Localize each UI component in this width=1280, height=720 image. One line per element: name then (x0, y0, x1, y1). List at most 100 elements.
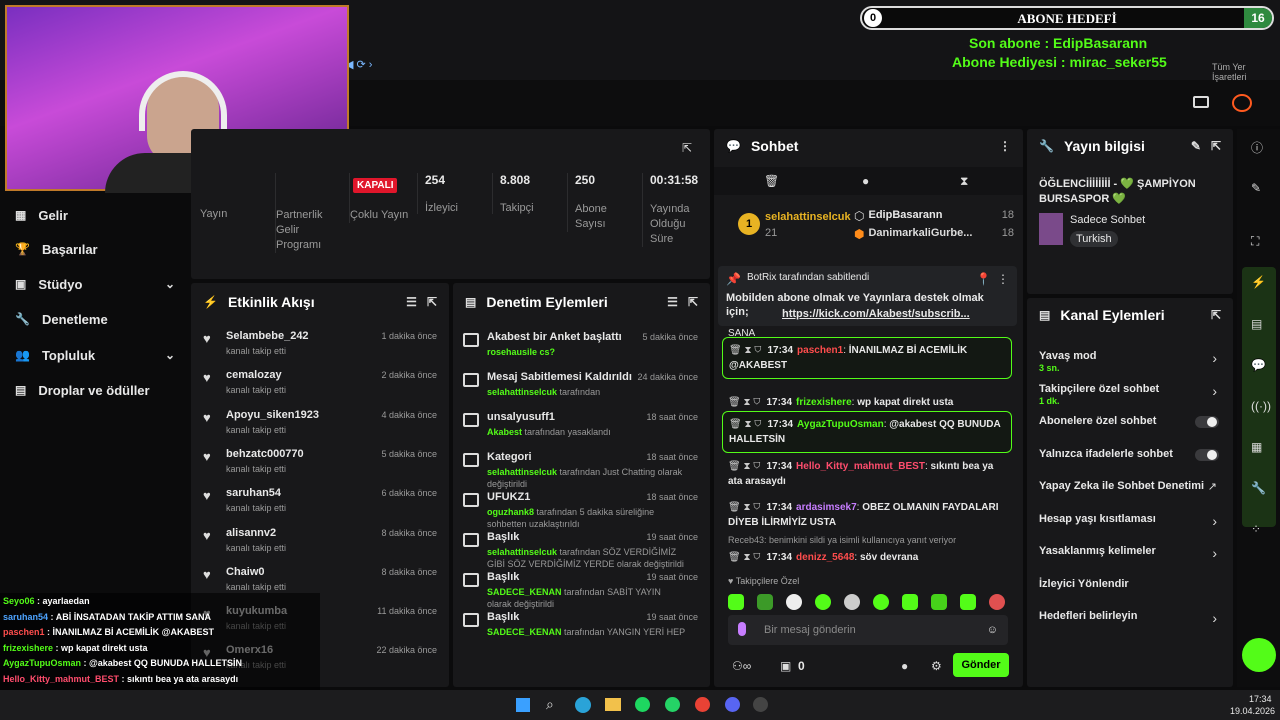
message-user[interactable]: frizexishere (796, 397, 852, 408)
sidebar-item-droplar[interactable]: ▤ Droplar ve ödüller (15, 380, 185, 400)
message-user[interactable]: ardasimsek7 (796, 502, 857, 513)
send-button[interactable]: Gönder (953, 653, 1009, 677)
toggle-switch[interactable] (1195, 448, 1219, 461)
channel-action-item[interactable]: Yalnızca ifadelerle sohbet (1039, 446, 1221, 472)
users-icon[interactable]: ⚇∞ (732, 659, 751, 673)
expand-icon[interactable]: ⇱ (688, 295, 698, 309)
chat-message[interactable]: 🗑 ⧗ ⛉ 17:34 Hello_Kitty_mahmut_BEST: sıkın… (722, 454, 1012, 494)
header-icon-a[interactable] (1193, 96, 1209, 108)
channel-action-item[interactable]: Yavaş mod 3 sn. › (1039, 348, 1221, 374)
sidebar-item-topluluk[interactable]: 👥 Topluluk ⌄ (15, 345, 175, 365)
moderation-item[interactable]: Başlık 19 saat önce selahattinselcuk taraf… (463, 527, 700, 569)
chat-message[interactable]: 🗑 ⧗ ⛉ 17:34 ardasimsek7: OBEZ OLMANIN FAYD… (722, 495, 1012, 535)
spotify-icon[interactable] (635, 697, 650, 712)
activity-item[interactable]: ♥ Apoyu_siken1923 kanalı takip etti 4 dakik… (201, 406, 439, 444)
sidebar-item-gelir[interactable]: ▦ Gelir (15, 205, 175, 225)
pencil-icon[interactable]: ✎ (1251, 181, 1261, 195)
moderation-item[interactable]: Kategori 18 saat önce selahattinselcuk tar… (463, 447, 700, 489)
nav-arrows[interactable]: ◀ ⟳ › (345, 58, 405, 74)
message-user[interactable]: paschen1 (797, 345, 843, 356)
emote-7[interactable] (902, 594, 918, 610)
expand-icon[interactable]: ⇱ (1211, 139, 1221, 153)
emote-6[interactable] (873, 594, 889, 610)
hourglass-icon[interactable]: ⧗ (960, 174, 968, 189)
emote-4[interactable] (815, 594, 831, 610)
expand-icon[interactable]: ⇱ (427, 295, 437, 309)
gear-icon[interactable]: ⚙ (931, 659, 942, 673)
message-user[interactable]: denizz_5648 (796, 552, 854, 563)
sidebar-item-basarilar[interactable]: 🏆 Başarılar (15, 239, 175, 259)
chat-message[interactable]: 🗑 ⧗ ⛉ 17:34 denizz_5648: söv devrana (722, 545, 1012, 570)
channel-action-item[interactable]: Hesap yaşı kısıtlaması › (1039, 511, 1221, 537)
delete-icon[interactable]: 🗑 ⧗ ⛉ (729, 345, 761, 356)
moderation-item[interactable]: Akabest bir Anket başlattı 5 dakika önce r… (463, 327, 700, 367)
sidebar-item-studyo[interactable]: ▣ Stüdyo ⌄ (15, 274, 175, 294)
tag-chip[interactable]: Turkish (1070, 231, 1118, 247)
emote-3[interactable] (786, 594, 802, 610)
chat-icon[interactable]: ● (901, 659, 908, 673)
doc-icon[interactable]: ▤ (1251, 317, 1262, 331)
store-icon[interactable]: ▣ (780, 659, 791, 673)
moderation-item[interactable]: UFUKZ1 18 saat önce oguzhank8 tarafından 5… (463, 487, 700, 529)
channel-action-item[interactable]: Yasaklanmış kelimeler › (1039, 543, 1221, 569)
message-user[interactable]: AygazTupuOsman (797, 419, 884, 430)
chat-icon[interactable]: 💬 (1251, 358, 1266, 372)
activity-item[interactable]: ♥ behzatc000770 kanalı takip etti 5 dakika … (201, 445, 439, 483)
broadcast-icon[interactable]: ((·)) (1251, 399, 1271, 413)
delete-icon[interactable]: 🗑 ⧗ ⛉ (728, 552, 760, 563)
emote-9[interactable] (960, 594, 976, 610)
emote-10[interactable] (989, 594, 1005, 610)
chat-input[interactable]: Bir mesaj gönderin ☺ (728, 615, 1008, 645)
emote-1[interactable] (728, 594, 744, 610)
activity-item[interactable]: ♥ saruhan54 kanalı takip etti 6 dakika önce (201, 484, 439, 522)
expand-icon[interactable]: ⇱ (1211, 308, 1221, 322)
channel-action-item[interactable]: Abonelere özel sohbet (1039, 413, 1221, 439)
bookmarks-link[interactable]: Tüm Yer İşaretleri (1212, 62, 1280, 82)
edge-icon[interactable] (575, 697, 591, 713)
moderation-item[interactable]: Başlık 19 saat önce SADECE_KENAN tarafında… (463, 567, 700, 609)
moderation-item[interactable]: Başlık 19 saat önce SADECE_KENAN tarafında… (463, 607, 700, 647)
bolt-icon[interactable]: ⚡ (1251, 275, 1266, 289)
activity-item[interactable]: ♥ Selambebe_242 kanalı takip etti 1 dakika … (201, 327, 439, 365)
chat-message[interactable]: 🗑 ⧗ ⛉ 17:34 paschen1: İNANILMAZ Bİ ACEMİLİ… (722, 337, 1012, 379)
discord-icon[interactable] (725, 697, 740, 712)
moderation-item[interactable]: unsalyusuff1 18 saat önce Akabest tarafınd… (463, 407, 700, 447)
delete-icon[interactable]: 🗑 ⧗ ⛉ (728, 502, 760, 513)
activity-item[interactable]: ♥ alisannv2 kanalı takip etti 8 dakika önce (201, 524, 439, 562)
sidebar-item-denetleme[interactable]: 🔧 Denetleme (15, 309, 175, 329)
activity-item[interactable]: ♥ cemalozay kanalı takip etti 2 dakika önce (201, 366, 439, 404)
trash-icon[interactable]: 🗑 (764, 174, 779, 188)
emoji-icon[interactable]: ☺ (987, 624, 998, 636)
support-button[interactable] (1242, 638, 1276, 672)
whatsapp-icon[interactable] (665, 697, 680, 712)
header-icon-b[interactable] (1232, 94, 1252, 112)
more-icon[interactable]: ⋮ (997, 272, 1009, 286)
channel-action-item[interactable]: İzleyici Yönlendir (1039, 576, 1221, 602)
layout-icon[interactable]: ▦ (1251, 440, 1262, 454)
filter-icon[interactable]: ☰ (667, 295, 678, 309)
emote-5[interactable] (844, 594, 860, 610)
folder-icon[interactable] (605, 698, 621, 711)
search-icon[interactable]: ⌕ (546, 696, 554, 713)
windows-icon[interactable] (516, 698, 530, 712)
mic-icon[interactable] (738, 622, 746, 636)
edit-icon[interactable]: ✎ (1191, 139, 1201, 153)
delete-icon[interactable]: 🗑 ⧗ ⛉ (728, 397, 760, 408)
focus-icon[interactable]: ⛶ (1251, 234, 1259, 249)
unpin-icon[interactable]: 📍 (976, 272, 991, 286)
moderation-item[interactable]: Mesaj Sabitlemesi Kaldırıldı 24 dakika ön… (463, 367, 700, 407)
chrome-icon[interactable] (695, 697, 710, 712)
more-icon[interactable]: ⋮ (999, 139, 1011, 153)
emote-8[interactable] (931, 594, 947, 610)
chat-message[interactable]: 🗑 ⧗ ⛉ 17:34 AygazTupuOsman: @akabest QQ BU… (722, 411, 1012, 453)
chat-filter-icon[interactable]: ● (862, 174, 869, 188)
message-user[interactable]: Hello_Kitty_mahmut_BEST (796, 461, 925, 472)
pinned-link[interactable]: https://kick.com/Akabest/subscrib... (782, 308, 970, 320)
obs-icon[interactable] (753, 697, 768, 712)
delete-icon[interactable]: 🗑 ⧗ ⛉ (728, 461, 760, 472)
toggle-switch[interactable] (1195, 416, 1219, 428)
filter-icon[interactable]: ☰ (406, 295, 417, 309)
channel-action-item[interactable]: Takipçilere özel sohbet 1 dk. › (1039, 381, 1221, 407)
wrench-icon[interactable]: 🔧 (1251, 481, 1266, 495)
emote-2[interactable] (757, 594, 773, 610)
